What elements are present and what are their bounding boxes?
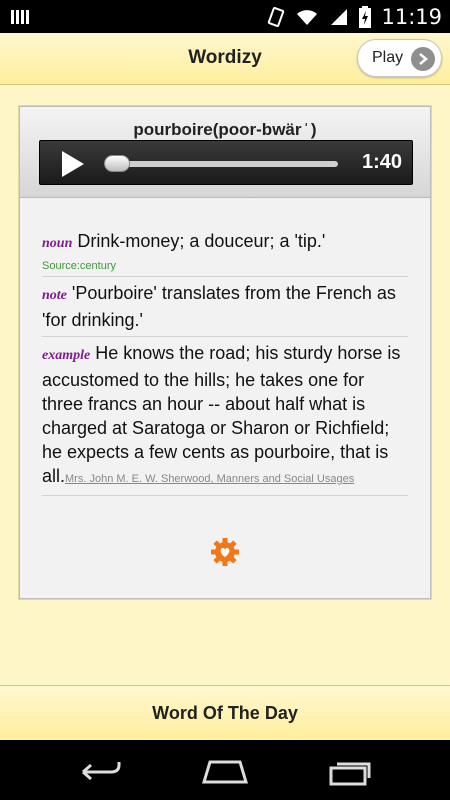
- definition-text: Drink-money; a douceur; a 'tip.': [77, 231, 326, 251]
- definition-text: He knows the road; his sturdy horse is a…: [42, 343, 401, 486]
- definition-source: Source:century: [42, 260, 116, 272]
- seek-track[interactable]: [106, 161, 338, 167]
- definition-text: 'Pourboire' translates from the French a…: [42, 283, 396, 330]
- action-bar: Wordizy Play: [0, 33, 450, 85]
- wifi-icon: [297, 9, 318, 25]
- audio-player: 1:40: [39, 140, 413, 185]
- word-of-the-day-bar[interactable]: Word Of The Day: [0, 685, 450, 740]
- gear-icon[interactable]: [210, 537, 240, 567]
- part-of-speech: example: [42, 348, 91, 363]
- back-icon[interactable]: [75, 756, 125, 786]
- word-card-header: pourboire(poor-bwär ̍ ) 1:40: [20, 107, 430, 198]
- definition-entry: noun Drink-money; a douceur; a 'tip.' So…: [42, 229, 408, 277]
- definition-entry: note 'Pourboire' translates from the Fre…: [42, 281, 408, 337]
- definitions-list: noun Drink-money; a douceur; a 'tip.' So…: [42, 229, 408, 500]
- chevron-right-icon: [411, 47, 435, 71]
- play-button[interactable]: Play: [357, 39, 442, 77]
- audio-duration: 1:40: [361, 151, 402, 173]
- recent-apps-icon[interactable]: [325, 756, 375, 786]
- word-of-the-day-label: Word Of The Day: [152, 703, 298, 723]
- example-attribution-link[interactable]: Mrs. John M. E. W. Sherwood, Manners and…: [65, 473, 354, 485]
- notification-icon: [11, 10, 29, 24]
- definition-entry: example He knows the road; his sturdy ho…: [42, 341, 408, 496]
- signal-icon: [331, 8, 348, 25]
- play-icon[interactable]: [60, 150, 86, 178]
- seek-handle[interactable]: [104, 155, 130, 172]
- word-card: pourboire(poor-bwär ̍ ) 1:40 noun Drink-…: [19, 106, 431, 599]
- home-icon[interactable]: [200, 756, 250, 786]
- play-button-label: Play: [372, 49, 404, 66]
- status-bar: 11:19: [0, 0, 450, 33]
- headword: pourboire(poor-bwär ̍ ): [133, 120, 317, 139]
- rotation-icon: [268, 6, 285, 27]
- battery-icon: [359, 5, 372, 28]
- part-of-speech: note: [42, 288, 67, 303]
- system-nav-bar: [0, 740, 450, 800]
- part-of-speech: noun: [42, 236, 73, 251]
- clock: 11:19: [381, 4, 442, 29]
